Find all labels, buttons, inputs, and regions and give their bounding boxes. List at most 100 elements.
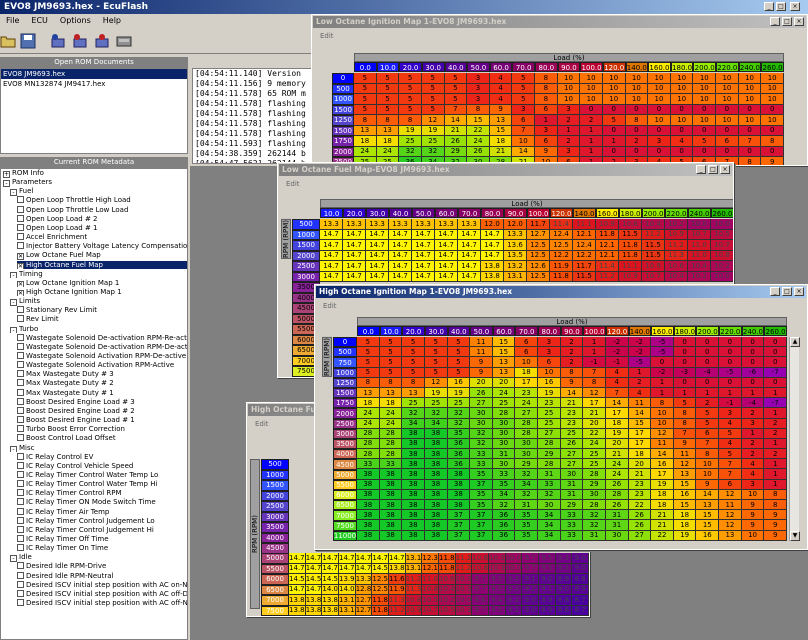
map-cell[interactable]: 13 — [696, 500, 720, 511]
map-cell[interactable]: -1 — [719, 398, 742, 409]
map-cell[interactable]: 10.7 — [642, 271, 665, 282]
map-cell[interactable]: 1 — [583, 347, 606, 358]
tree-node[interactable]: ✕ Low Octane Fuel Map — [17, 251, 187, 260]
map-cell[interactable]: 13.3 — [366, 219, 389, 230]
map-cell[interactable]: 10.7 — [422, 605, 439, 616]
map-cell[interactable]: 2 — [741, 438, 765, 450]
menu-help[interactable]: Help — [97, 14, 127, 28]
map-cell[interactable]: 4 — [489, 73, 513, 84]
map-cell[interactable]: 0 — [648, 125, 671, 136]
map-cell[interactable]: 38 — [379, 469, 403, 480]
map-cell[interactable]: 24 — [357, 408, 380, 419]
map-cell[interactable]: 13 — [379, 387, 403, 399]
map-cell[interactable]: 15 — [673, 479, 697, 490]
map-cell[interactable]: 0 — [696, 377, 720, 388]
map-cell[interactable]: 18 — [628, 449, 652, 460]
map-cell[interactable]: 9.1 — [538, 584, 556, 595]
menu-file[interactable]: File — [0, 14, 25, 28]
map-cell[interactable]: 12.1 — [422, 563, 439, 574]
map-cell[interactable]: 4 — [719, 418, 742, 429]
checkbox-icon[interactable]: ✕ — [17, 289, 24, 297]
map-cell[interactable]: 34 — [402, 418, 425, 429]
map-cell[interactable]: 4 — [719, 438, 742, 450]
map-cell[interactable]: 23 — [628, 489, 652, 500]
map-cell[interactable]: 13 — [492, 357, 516, 368]
map-cell[interactable]: 13 — [354, 125, 377, 136]
map-cell[interactable]: 34 — [538, 510, 561, 521]
map-cell[interactable]: 10.9 — [405, 605, 423, 616]
map-cell[interactable]: 0 — [741, 347, 765, 358]
map-cell[interactable]: 1 — [764, 479, 787, 490]
map-cell[interactable]: 12 — [651, 428, 674, 439]
map-cell[interactable]: 11.8 — [372, 595, 389, 606]
map-cell[interactable]: 8 — [376, 115, 400, 126]
window-close-button[interactable]: × — [794, 287, 804, 296]
window-high-octane-ignition[interactable]: High Octane Ignition Map 1-EVO8 JM9693.h… — [314, 284, 808, 550]
map-cell[interactable]: 0 — [738, 146, 762, 157]
map-cell[interactable]: 14.7 — [289, 563, 306, 574]
map-cell[interactable]: 13 — [489, 115, 513, 126]
map-cell[interactable]: 11.4 — [596, 261, 619, 272]
map-cell[interactable]: 38 — [402, 469, 425, 480]
map-cell[interactable]: 33 — [357, 459, 380, 470]
map-cell[interactable]: 31 — [560, 479, 584, 490]
map-cell[interactable]: 20 — [583, 418, 606, 429]
tree-node[interactable]: Desired Idle RPM-Neutral — [17, 571, 187, 581]
map-cell[interactable]: 1 — [764, 459, 787, 470]
map-cell[interactable]: 1 — [673, 387, 697, 399]
map-cell[interactable]: 11.0 — [688, 240, 711, 251]
map-cell[interactable]: 28 — [357, 438, 380, 450]
map-cell[interactable]: 28 — [583, 500, 606, 511]
map-cell[interactable]: 18 — [354, 136, 377, 147]
map-cell[interactable]: 25 — [402, 398, 425, 409]
map-cell[interactable]: 13.1 — [405, 563, 423, 574]
map-cell[interactable]: 0 — [673, 357, 697, 368]
map-cell[interactable]: 11.2 — [665, 240, 688, 251]
open-roms-list[interactable]: EVO8 JM9693.hex EVO8 MN132874 JM9417.hex — [0, 68, 188, 154]
map-cell[interactable]: 38 — [447, 489, 471, 500]
map-cell[interactable]: 33 — [560, 530, 584, 541]
map-cell[interactable]: 10 — [625, 73, 649, 84]
map-cell[interactable]: 9.5 — [538, 553, 556, 564]
map-cell[interactable]: 29 — [560, 500, 584, 511]
map-cell[interactable]: 5 — [379, 337, 403, 348]
map-cell[interactable]: 18 — [379, 398, 403, 409]
map-cell[interactable]: 5 — [421, 94, 445, 105]
checkbox-icon[interactable] — [17, 452, 24, 460]
map-cell[interactable]: 17 — [515, 377, 539, 388]
checkbox-icon[interactable] — [17, 223, 24, 231]
map-cell[interactable]: 24 — [583, 438, 606, 450]
map-cell[interactable]: 37 — [470, 530, 493, 541]
map-cell[interactable]: 37 — [447, 520, 471, 531]
map-cell[interactable]: 10.8 — [472, 553, 489, 564]
map-cell[interactable]: 10.9 — [665, 229, 688, 240]
map-cell[interactable]: -1 — [605, 357, 629, 368]
map-cell[interactable]: 5 — [357, 367, 380, 378]
map-cell[interactable]: 10 — [716, 83, 739, 94]
map-cell[interactable]: 5 — [376, 73, 400, 84]
map-cell[interactable]: 0 — [741, 377, 765, 388]
map-cell[interactable]: 30 — [492, 418, 516, 429]
map-cell[interactable]: 17 — [583, 398, 606, 409]
map-cell[interactable]: 0 — [651, 357, 674, 368]
map-cell[interactable]: 5 — [379, 357, 403, 368]
map-cell[interactable]: 14.7 — [343, 261, 366, 272]
map-cell[interactable]: 0 — [764, 377, 787, 388]
map-cell[interactable]: 9.7 — [472, 605, 489, 616]
map-cell[interactable]: 11.5 — [619, 229, 642, 240]
map-cell[interactable]: 6 — [719, 479, 742, 490]
map-cell[interactable]: 32 — [424, 408, 448, 419]
map-cell[interactable]: 7 — [605, 387, 629, 399]
map-cell[interactable]: 5 — [379, 347, 403, 358]
map-cell[interactable]: 1 — [764, 408, 787, 419]
map-cell[interactable]: 10.5 — [438, 605, 456, 616]
map-cell[interactable]: 28 — [357, 449, 380, 460]
map-cell[interactable]: 2 — [560, 357, 584, 368]
map-cell[interactable]: 11 — [628, 398, 652, 409]
map-cell[interactable]: 18 — [515, 367, 539, 378]
map-cell[interactable]: 13.3 — [320, 219, 343, 230]
map-cell[interactable]: -3 — [673, 367, 697, 378]
map-cell[interactable]: 17 — [628, 428, 652, 439]
map-cell[interactable]: 5 — [354, 94, 377, 105]
checkbox-icon[interactable] — [17, 370, 24, 378]
